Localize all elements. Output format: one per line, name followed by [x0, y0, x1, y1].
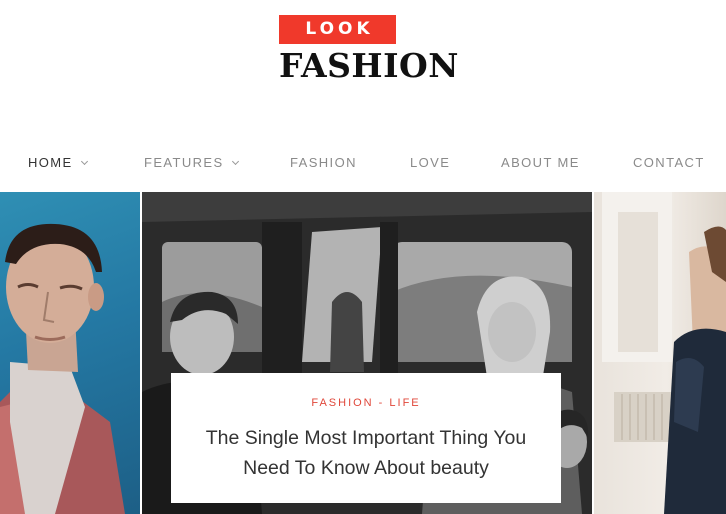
nav-item-label: FASHION [290, 155, 357, 170]
slide-left-image[interactable] [0, 192, 140, 514]
chevron-down-icon [231, 157, 239, 166]
nav-item-label: FEATURES [144, 155, 224, 170]
nav-item-about-me[interactable]: ABOUT ME [501, 148, 580, 178]
portrait-woman-illustration [602, 192, 726, 514]
post-categories[interactable]: FASHION - LIFE [171, 397, 561, 409]
chevron-down-icon [80, 157, 88, 166]
nav-item-label: ABOUT ME [501, 155, 580, 170]
site-logo[interactable]: LOOK FASHION [279, 15, 459, 87]
nav-item-label: LOVE [410, 155, 451, 170]
logo-wordmark: FASHION [279, 46, 459, 85]
nav-item-label: CONTACT [633, 155, 705, 170]
post-title[interactable]: The Single Most Important Thing You Need… [191, 423, 541, 483]
nav-item-contact[interactable]: CONTACT [633, 148, 705, 178]
nav-item-label: HOME [28, 155, 73, 170]
nav-item-features[interactable]: FEATURES [144, 148, 239, 178]
main-nav: HOME FEATURES FASHION LOVE ABOUT ME CONT… [0, 148, 726, 178]
portrait-man-illustration [0, 223, 125, 514]
nav-item-love[interactable]: LOVE [410, 148, 450, 178]
nav-item-home[interactable]: HOME [28, 148, 88, 178]
featured-post-card: FASHION - LIFE The Single Most Important… [171, 373, 561, 503]
logo-look-badge: LOOK [279, 15, 396, 44]
nav-item-fashion[interactable]: FASHION [290, 148, 357, 178]
slide-right-image[interactable] [594, 192, 726, 514]
